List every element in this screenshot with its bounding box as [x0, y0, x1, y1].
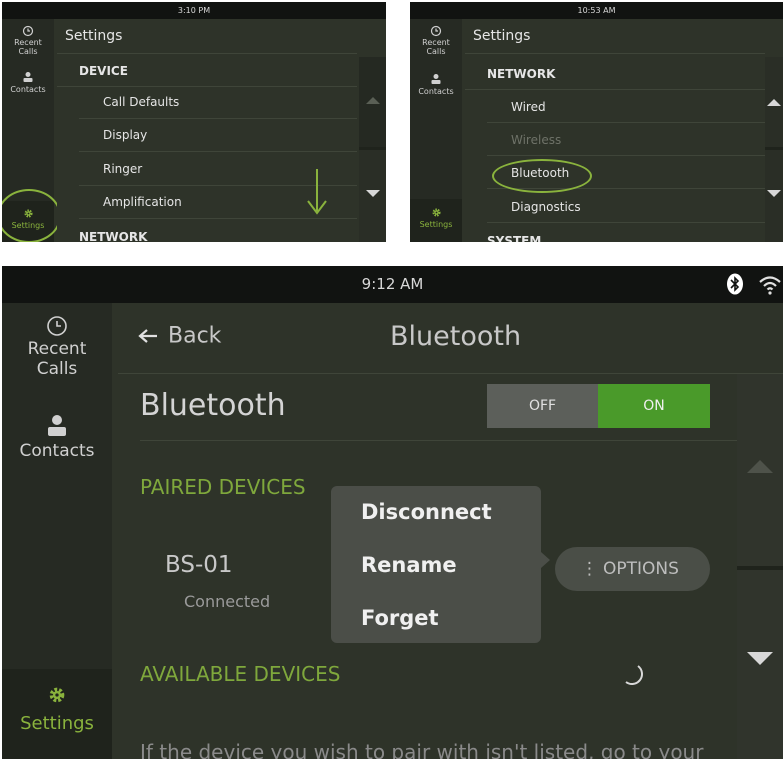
menu-item-rename[interactable]: Rename: [361, 553, 457, 577]
header: Back Bluetooth: [118, 303, 738, 373]
toggle-off[interactable]: OFF: [487, 384, 598, 428]
status-bar: 3:10 PM: [2, 2, 386, 19]
arrow-left-icon: [138, 329, 157, 343]
scroll-up-button[interactable]: [359, 57, 386, 147]
settings-list: Settings NETWORK Wired Wireless Bluetoot…: [465, 19, 765, 242]
toggle-on[interactable]: ON: [598, 384, 710, 428]
menu-item-forget[interactable]: Forget: [361, 606, 439, 630]
device-name: BS-01: [165, 552, 233, 578]
settings-device-screen: 3:10 PM Recent Calls Contacts Settings S…: [2, 2, 386, 242]
paired-devices-label: PAIRED DEVICES: [140, 475, 306, 499]
person-icon: [48, 415, 66, 436]
list-item-call-defaults[interactable]: Call Defaults: [79, 86, 357, 119]
scrollbar[interactable]: [737, 374, 783, 759]
device-status: Connected: [184, 592, 271, 611]
nav-recent-calls[interactable]: Recent Calls: [410, 23, 462, 63]
chevron-up-icon: [366, 97, 380, 104]
list-item-wireless: Wireless: [487, 123, 765, 156]
bluetooth-screen: 9:12 AM Recent Calls Contacts Settings B…: [2, 266, 783, 759]
nav-label: Settings: [419, 220, 453, 229]
scroll-down-button[interactable]: [359, 150, 386, 242]
nav-contacts[interactable]: Contacts: [2, 413, 112, 473]
page-title: Bluetooth: [390, 321, 522, 352]
section-header: DEVICE: [57, 54, 357, 87]
section-header: NETWORK: [79, 230, 148, 242]
options-button[interactable]: ⋮ OPTIONS: [555, 547, 710, 591]
wifi-icon: [759, 276, 781, 295]
bluetooth-icon: [727, 273, 743, 295]
nav-label: Recent: [27, 339, 87, 359]
menu-pointer: [541, 552, 550, 568]
section-title: Bluetooth: [140, 388, 286, 423]
nav-label: Contacts: [19, 441, 95, 461]
scroll-down-button[interactable]: [765, 150, 783, 242]
page-title: Settings: [65, 28, 123, 44]
side-nav: Recent Calls Contacts Settings: [410, 19, 462, 242]
chevron-up-icon: [747, 460, 773, 473]
list-item-display[interactable]: Display: [79, 119, 357, 152]
clock: 9:12 AM: [361, 275, 424, 293]
loading-spinner-icon: [625, 665, 643, 685]
scrollbar[interactable]: [359, 57, 386, 242]
gear-icon: [49, 687, 65, 703]
clock: 3:10 PM: [177, 6, 211, 15]
page-title: Settings: [473, 28, 531, 44]
options-menu: Disconnect Rename Forget: [331, 486, 550, 643]
chevron-down-icon: [747, 652, 773, 665]
chevron-down-icon: [366, 190, 380, 197]
settings-list: Settings DEVICE Call Defaults Display Ri…: [57, 19, 357, 242]
side-nav: Recent Calls Contacts Settings: [2, 303, 112, 759]
nav-label: Calls: [36, 359, 78, 379]
scrollbar[interactable]: [765, 57, 783, 242]
nav-settings[interactable]: Settings: [2, 669, 112, 759]
more-vertical-icon: ⋮: [581, 559, 598, 579]
nav-label: Recent Calls: [14, 38, 42, 56]
clock: 10:53 AM: [577, 6, 616, 15]
nav-recent-calls[interactable]: Recent Calls: [2, 315, 112, 395]
nav-contacts[interactable]: Contacts: [2, 71, 54, 101]
list-item-wired[interactable]: Wired: [487, 90, 765, 123]
back-button[interactable]: Back: [138, 323, 221, 349]
person-icon: [23, 72, 33, 82]
available-devices-label: AVAILABLE DEVICES: [140, 662, 341, 686]
bluetooth-toggle[interactable]: OFF ON: [487, 384, 710, 428]
clock-icon: [47, 316, 67, 336]
clock-icon: [22, 25, 34, 37]
menu-item-disconnect[interactable]: Disconnect: [361, 500, 492, 524]
scroll-up-button[interactable]: [765, 57, 783, 147]
section-header: NETWORK: [465, 57, 765, 90]
status-bar: 10:53 AM: [410, 2, 783, 19]
section-header: SYSTEM: [487, 234, 542, 242]
nav-label: Settings: [20, 713, 94, 734]
nav-label: Contacts: [418, 87, 454, 96]
highlight-circle: [492, 159, 592, 193]
highlight-circle: [2, 189, 61, 242]
status-bar: 9:12 AM: [2, 266, 783, 303]
nav-contacts[interactable]: Contacts: [410, 73, 462, 103]
person-icon: [431, 74, 441, 84]
nav-label: Contacts: [10, 85, 46, 94]
chevron-down-icon: [767, 190, 781, 197]
settings-network-screen: 10:53 AM Recent Calls Contacts Settings …: [410, 2, 783, 242]
clock-icon: [430, 25, 442, 37]
scroll-down-arrow-icon: [307, 169, 327, 215]
scroll-down-button[interactable]: [737, 570, 783, 759]
nav-settings[interactable]: Settings: [410, 199, 462, 242]
chevron-up-icon: [767, 99, 781, 106]
gear-icon: [431, 208, 441, 217]
scroll-up-button[interactable]: [737, 374, 783, 566]
nav-label: Recent Calls: [422, 38, 450, 56]
nav-recent-calls[interactable]: Recent Calls: [2, 23, 54, 63]
list-item-diagnostics[interactable]: Diagnostics: [487, 190, 765, 223]
help-text: If the device you wish to pair with isn'…: [140, 740, 704, 759]
